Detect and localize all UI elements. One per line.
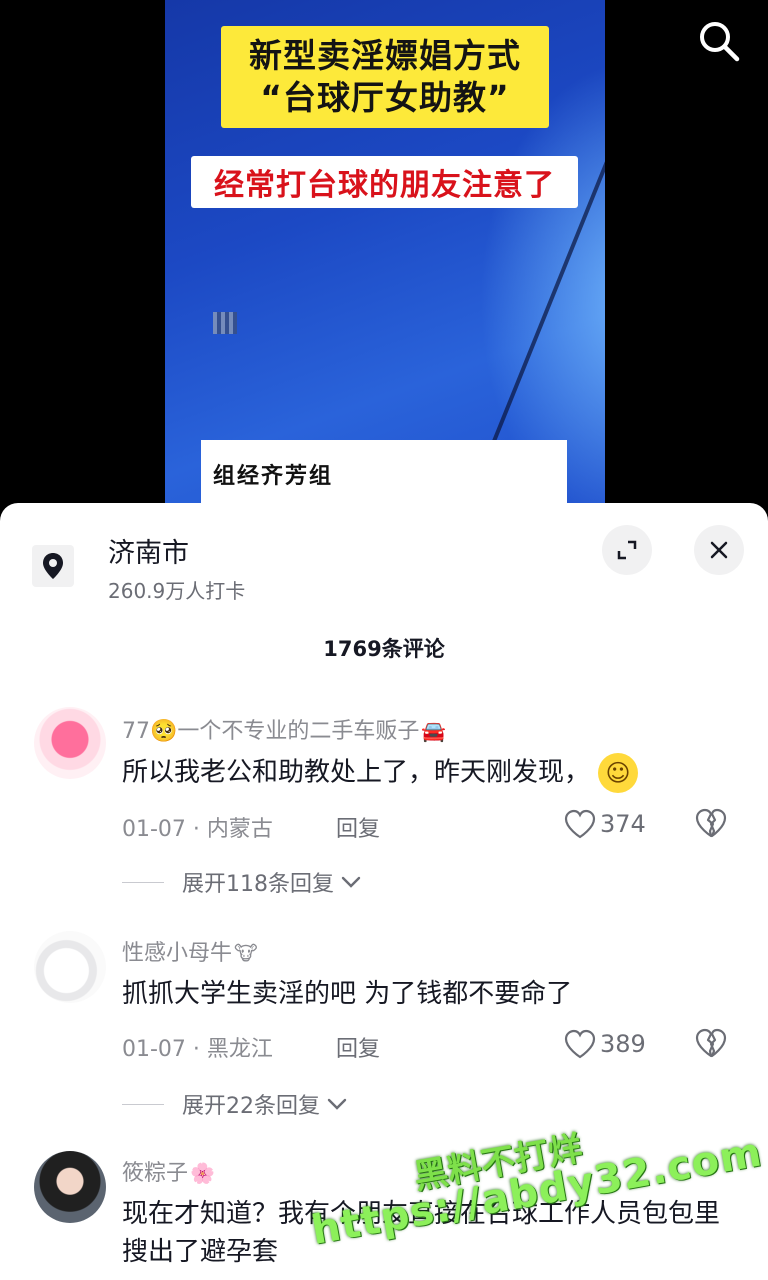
divider	[122, 881, 164, 883]
location-name[interactable]: 济南市	[108, 531, 189, 570]
expand-replies-button[interactable]: 展开118条回复	[122, 867, 362, 897]
location-pin-icon	[43, 553, 63, 579]
video-title-line1: 新型卖淫嫖娼方式	[249, 36, 521, 75]
expand-replies-label: 展开118条回复	[182, 872, 334, 897]
comment-nickname[interactable]: 筱粽子 🌸	[122, 1155, 215, 1187]
comment-text[interactable]: 抓抓大学生卖淫的吧 为了钱都不要命了	[122, 975, 734, 1013]
comments-sheet: 济南市 260.9万人打卡 1769条评论 77🥺一个不专业的二手车贩子 🚘 所以…	[0, 503, 768, 1280]
comment-nickname[interactable]: 性感小母牛 🐮	[122, 935, 258, 967]
chevron-down-icon	[341, 876, 361, 888]
flower-emoji-icon: 🌸	[190, 1161, 215, 1185]
broken-heart-icon	[695, 808, 727, 838]
chevron-down-icon	[327, 1098, 347, 1110]
comment-text[interactable]: 现在才知道？我有个朋友直接在台球工作人员包包里搜出了避孕套	[122, 1195, 734, 1271]
heart-icon	[564, 1029, 596, 1059]
nickname-text: 筱粽子	[122, 1161, 189, 1186]
comment-meta: 01-07 · 内蒙古	[122, 817, 273, 842]
comment-meta: 01-07 · 黑龙江	[122, 1037, 273, 1062]
nickname-text: 性感小母牛	[122, 941, 233, 966]
comment-text[interactable]: 所以我老公和助教处上了，昨天刚发现， ☺	[122, 753, 734, 793]
pixelated-mark	[213, 312, 237, 334]
avatar[interactable]	[34, 1151, 106, 1223]
dislike-button[interactable]	[694, 807, 730, 841]
cow-emoji-icon: 🐮	[234, 941, 258, 965]
search-button[interactable]	[692, 14, 746, 68]
expand-replies-button[interactable]: 展开22条回复	[122, 1089, 348, 1119]
avatar[interactable]	[34, 931, 106, 1003]
like-count: 389	[600, 1030, 646, 1058]
video-title-box: 新型卖淫嫖娼方式 “台球厅女助教”	[221, 26, 549, 128]
avatar[interactable]	[34, 707, 106, 779]
video-subtitle: 经常打台球的朋友注意了	[214, 168, 555, 203]
video-subtitle-box: 经常打台球的朋友注意了	[191, 156, 578, 208]
comment-body: 所以我老公和助教处上了，昨天刚发现，	[122, 757, 591, 788]
close-sheet-button[interactable]	[694, 525, 744, 575]
smile-emoji-icon: ☺	[598, 753, 639, 793]
expand-replies-label: 展开22条回复	[182, 1094, 320, 1119]
close-icon	[710, 541, 728, 559]
video-player[interactable]: 新型卖淫嫖娼方式 “台球厅女助教” 经常打台球的朋友注意了 组经齐芳组	[0, 0, 768, 520]
broken-heart-icon	[695, 1028, 727, 1058]
dislike-button[interactable]	[694, 1027, 730, 1061]
comment-count: 1769条评论	[323, 637, 445, 661]
like-button[interactable]: 374	[564, 807, 646, 841]
location-icon-box	[32, 545, 74, 587]
reply-button[interactable]: 回复	[336, 1031, 380, 1063]
like-count: 374	[600, 810, 646, 838]
video-frame[interactable]: 新型卖淫嫖娼方式 “台球厅女助教” 经常打台球的朋友注意了 组经齐芳组	[165, 0, 605, 520]
comment-nickname[interactable]: 77🥺一个不专业的二手车贩子 🚘	[122, 713, 446, 745]
nickname-text: 77🥺一个不专业的二手车贩子	[122, 719, 420, 744]
video-title-line2: “台球厅女助教”	[260, 78, 510, 117]
divider	[122, 1103, 164, 1105]
expand-sheet-button[interactable]	[602, 525, 652, 575]
location-checkins: 260.9万人打卡	[108, 579, 246, 603]
video-overlay-text: 组经齐芳组	[213, 464, 334, 489]
car-emoji-icon: 🚘	[421, 719, 447, 743]
search-icon	[700, 22, 740, 62]
like-button[interactable]: 389	[564, 1027, 646, 1061]
reply-button[interactable]: 回复	[336, 811, 380, 843]
expand-icon	[617, 540, 637, 560]
heart-icon	[564, 809, 596, 839]
